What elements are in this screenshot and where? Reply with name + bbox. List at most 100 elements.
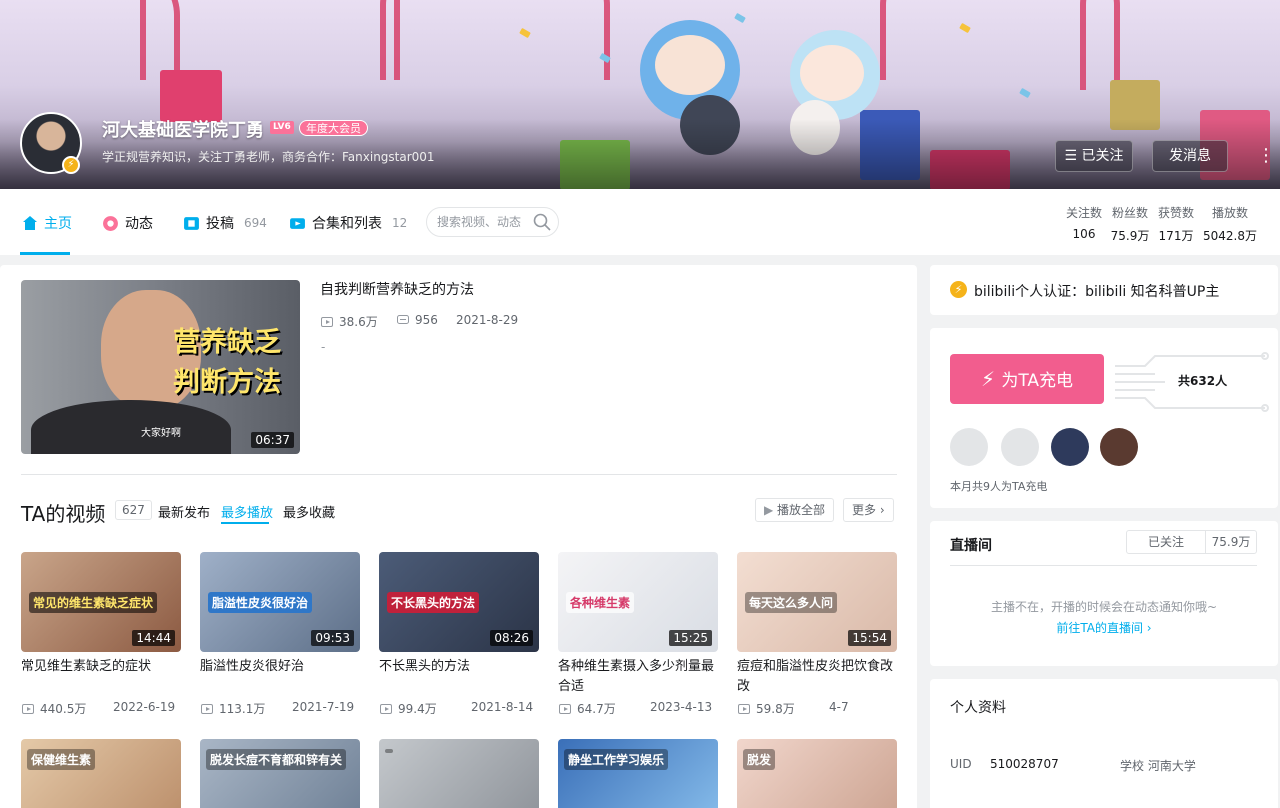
- home-icon: [23, 216, 37, 230]
- more-button[interactable]: 更多 ›: [843, 498, 894, 522]
- video-duration: 14:44: [132, 630, 175, 646]
- follow-label: 已关注: [1081, 148, 1124, 164]
- stat-label: 关注数: [1065, 206, 1102, 220]
- thumb-text: 不长黑头的方法: [387, 592, 480, 613]
- video-date: 2023-4-13: [650, 700, 713, 714]
- vip-badge[interactable]: 年度大会员: [299, 120, 368, 136]
- views-text: 59.8万: [756, 702, 795, 716]
- charge-button[interactable]: ⚡ 为TA充电: [950, 354, 1104, 404]
- charger-avatar[interactable]: [950, 428, 988, 466]
- charge-total: 共632人: [1178, 372, 1227, 389]
- tab-home[interactable]: 主页: [22, 213, 72, 233]
- thumb-text: 每天这么多人问: [745, 592, 838, 613]
- video-thumbnail[interactable]: [379, 739, 539, 808]
- video-thumbnail[interactable]: 不长黑头的方法 08:26: [379, 552, 539, 652]
- verified-icon: ⚡: [950, 281, 967, 298]
- live-fans: 75.9万: [1211, 535, 1251, 549]
- more-options-icon[interactable]: ⋮: [1257, 142, 1275, 170]
- play-all-button[interactable]: ▶ 播放全部: [755, 498, 835, 522]
- charge-count: 632: [1190, 374, 1216, 388]
- video-thumbnail[interactable]: 保健维生素: [21, 739, 181, 808]
- video-duration: 08:26: [490, 630, 533, 646]
- live-card: 直播间 已关注 75.9万 主播不在，开播的时候会在动态通知你哦~ 前往TA的直…: [930, 521, 1278, 666]
- pinned-video-thumbnail[interactable]: 营养缺乏 判断方法 大家好啊 06:37: [21, 280, 300, 454]
- stat-fans[interactable]: 粉丝数 75.9万: [1109, 204, 1151, 244]
- chevron-right-icon: ›: [1142, 621, 1152, 635]
- pinned-video-title[interactable]: 自我判断营养缺乏的方法: [320, 280, 474, 300]
- stat-following[interactable]: 关注数 106: [1064, 204, 1104, 241]
- video-title[interactable]: 痘痘和脂溢性皮炎把饮食改改: [737, 657, 897, 697]
- video-views: 113.1万: [201, 700, 265, 717]
- tab-upload[interactable]: 投稿 694: [183, 213, 267, 233]
- video-thumbnail[interactable]: 每天这么多人问 15:54: [737, 552, 897, 652]
- comment-icon: [397, 315, 409, 324]
- collection-icon: [290, 217, 305, 229]
- play-count-icon: [559, 703, 571, 714]
- thumb-text: 各种维生素: [566, 592, 635, 613]
- videos-section-title[interactable]: TA的视频: [21, 498, 105, 527]
- list-icon: ☰: [1064, 148, 1082, 164]
- live-follow-button[interactable]: 已关注 75.9万: [1126, 530, 1257, 554]
- pinned-video-comments: 956: [397, 313, 438, 327]
- video-thumbnail[interactable]: 常见的维生素缺乏症状 14:44: [21, 552, 181, 652]
- play-all-label: 播放全部: [777, 503, 826, 517]
- follow-button[interactable]: ☰ 已关注: [1055, 140, 1133, 172]
- live-follow-label: 已关注: [1127, 531, 1206, 553]
- charger-avatar[interactable]: [1001, 428, 1039, 466]
- active-tab-underline: [221, 522, 269, 524]
- thumb-text: 营养缺乏: [173, 327, 281, 358]
- uid-label: UID: [950, 757, 972, 771]
- chevron-right-icon: ›: [876, 503, 885, 517]
- profile-card: 个人资料 UID 510028707 学校 河南大学: [930, 679, 1278, 808]
- play-count-icon: [22, 703, 34, 714]
- video-duration: 15:54: [848, 630, 891, 646]
- video-views: 99.4万: [380, 700, 437, 717]
- video-thumbnail[interactable]: 静坐工作学习娱乐: [558, 739, 718, 808]
- live-title: 直播间: [950, 538, 992, 554]
- thumb-text: 脱发: [743, 749, 776, 770]
- more-label: 更多: [852, 503, 877, 517]
- video-thumbnail[interactable]: 脱发长痘不育都和锌有关: [200, 739, 360, 808]
- videos-count: 627: [115, 500, 152, 520]
- stat-value: 106: [1072, 227, 1096, 241]
- tab-most-fav[interactable]: 最多收藏: [283, 502, 335, 521]
- thumb-text: 常见的维生素缺乏症状: [29, 592, 158, 613]
- stat-label: 获赞数: [1157, 206, 1194, 220]
- play-count-icon: [738, 703, 750, 714]
- views-text: 99.4万: [398, 702, 437, 716]
- search-icon[interactable]: [533, 213, 551, 231]
- verified-badge-icon: ⚡: [62, 156, 80, 174]
- video-duration: 15:25: [669, 630, 712, 646]
- tab-upload-label: 投稿: [206, 216, 234, 232]
- username[interactable]: 河大基础医学院丁勇: [102, 116, 264, 142]
- video-title[interactable]: 各种维生素摄入多少剂量最合适: [558, 657, 718, 697]
- video-date: 2021-7-19: [292, 700, 355, 714]
- play-icon: ▶: [764, 503, 778, 517]
- play-count-icon: [201, 703, 213, 714]
- live-room-link[interactable]: 前往TA的直播间 ›: [930, 619, 1278, 636]
- tab-collection[interactable]: 合集和列表 12: [289, 213, 407, 233]
- tab-most-played[interactable]: 最多播放: [221, 502, 273, 521]
- video-date: 2021-8-14: [471, 700, 534, 714]
- pinned-video-desc: -: [321, 340, 326, 354]
- video-thumbnail[interactable]: 脂溢性皮炎很好治 09:53: [200, 552, 360, 652]
- tab-dynamic[interactable]: 动态: [102, 213, 153, 233]
- video-thumbnail[interactable]: 脱发: [737, 739, 897, 808]
- thumb-caption: 大家好啊: [141, 428, 181, 439]
- thumb-text: 脂溢性皮炎很好治: [208, 592, 313, 613]
- charger-avatar[interactable]: [1100, 428, 1138, 466]
- video-title[interactable]: 不长黑头的方法: [379, 657, 539, 677]
- video-thumbnail[interactable]: 各种维生素 15:25: [558, 552, 718, 652]
- video-title[interactable]: 脂溢性皮炎很好治: [200, 657, 360, 677]
- charger-avatar[interactable]: [1051, 428, 1089, 466]
- stat-value: 75.9万: [1110, 229, 1150, 243]
- pinned-video-views: 38.6万: [321, 313, 378, 330]
- tab-latest[interactable]: 最新发布: [158, 502, 210, 521]
- live-off-text: 主播不在，开播的时候会在动态通知你哦~: [990, 600, 1218, 614]
- stat-plays: 播放数 5042.8万: [1200, 204, 1260, 244]
- thumb-text: 保健维生素: [27, 749, 96, 770]
- play-count-icon: [321, 316, 333, 327]
- video-title[interactable]: 常见维生素缺乏的症状: [21, 657, 181, 677]
- message-button[interactable]: 发消息: [1152, 140, 1228, 172]
- tab-collection-label: 合集和列表: [312, 216, 382, 232]
